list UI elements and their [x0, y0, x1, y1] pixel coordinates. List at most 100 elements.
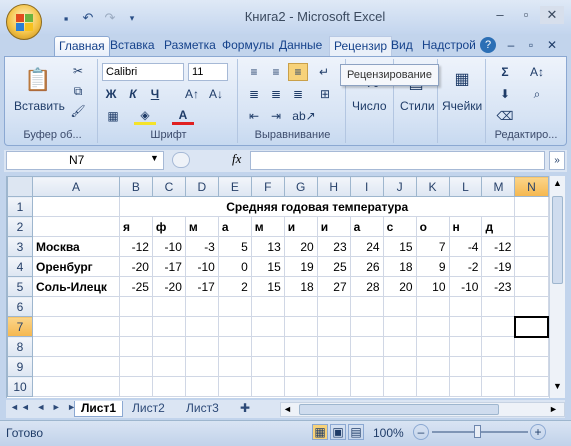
cut-icon[interactable]: ✂: [70, 63, 86, 79]
cell[interactable]: и: [283, 216, 318, 237]
align-left-icon[interactable]: ≣: [244, 85, 264, 103]
cell[interactable]: [514, 276, 549, 297]
italic-button[interactable]: К: [124, 85, 142, 103]
vertical-scroll-thumb[interactable]: [552, 196, 563, 284]
paste-icon[interactable]: 📋: [22, 65, 54, 95]
row-header[interactable]: 4: [7, 256, 33, 277]
cell[interactable]: [250, 316, 285, 337]
align-middle-icon[interactable]: ≡: [266, 63, 286, 81]
cell[interactable]: [151, 296, 186, 317]
cell[interactable]: -10: [448, 276, 483, 297]
borders-icon[interactable]: ▦: [102, 107, 124, 125]
cell[interactable]: н: [448, 216, 483, 237]
cell[interactable]: с: [382, 216, 417, 237]
cell[interactable]: [151, 316, 186, 337]
align-top-icon[interactable]: ≡: [244, 63, 264, 81]
zoom-out-icon[interactable]: –: [413, 424, 429, 440]
ribbon-close-icon[interactable]: ✕: [544, 37, 560, 53]
cell[interactable]: [217, 356, 252, 377]
cell[interactable]: Оренбург: [31, 256, 120, 277]
column-header[interactable]: C: [151, 176, 186, 197]
cell[interactable]: [349, 316, 384, 337]
cell[interactable]: [349, 376, 384, 397]
cell[interactable]: [31, 196, 120, 217]
page-layout-view-icon[interactable]: ▣: [330, 424, 346, 440]
column-header[interactable]: F: [250, 176, 285, 197]
cell[interactable]: [283, 316, 318, 337]
cell[interactable]: [448, 376, 483, 397]
scroll-up-icon[interactable]: ▲: [551, 178, 564, 192]
cell[interactable]: [184, 356, 219, 377]
cell[interactable]: [316, 356, 351, 377]
cell[interactable]: [31, 216, 120, 237]
cell[interactable]: ф: [151, 216, 186, 237]
cell[interactable]: [382, 316, 417, 337]
cell[interactable]: [415, 336, 450, 357]
fill-color-icon[interactable]: ◈: [134, 107, 156, 125]
cell[interactable]: [217, 336, 252, 357]
cell[interactable]: -12: [481, 236, 516, 257]
cell[interactable]: [250, 336, 285, 357]
align-center-icon[interactable]: ≣: [266, 85, 286, 103]
ribbon-restore-icon[interactable]: ▫: [523, 37, 539, 53]
cell[interactable]: 10: [415, 276, 450, 297]
cell[interactable]: [31, 376, 120, 397]
column-header[interactable]: K: [415, 176, 450, 197]
tab-page-layout[interactable]: Разметка: [160, 36, 220, 56]
tab-data[interactable]: Данные: [275, 36, 326, 56]
cell[interactable]: [514, 296, 549, 317]
cell[interactable]: [118, 336, 153, 357]
cell[interactable]: 25: [316, 256, 351, 277]
cell[interactable]: 15: [250, 256, 285, 277]
cell[interactable]: [514, 256, 549, 277]
cell[interactable]: [514, 236, 549, 257]
cell[interactable]: [448, 336, 483, 357]
zoom-in-icon[interactable]: +: [530, 424, 546, 440]
cell[interactable]: [316, 316, 351, 337]
cell[interactable]: [151, 356, 186, 377]
wrap-text-icon[interactable]: ↵: [314, 63, 334, 81]
scroll-down-icon[interactable]: ▼: [551, 381, 564, 395]
cell[interactable]: 23: [316, 236, 351, 257]
cell[interactable]: [415, 356, 450, 377]
cell[interactable]: [481, 296, 516, 317]
cell[interactable]: [118, 316, 153, 337]
maximize-icon[interactable]: ▫: [514, 6, 538, 24]
cell[interactable]: 19: [283, 256, 318, 277]
sheet-title-cell[interactable]: Средняя годовая температура: [118, 196, 516, 217]
tab-formulas[interactable]: Формулы: [218, 36, 278, 56]
orientation-icon[interactable]: ab↗: [292, 107, 316, 125]
customize-qat-icon[interactable]: ▾: [124, 10, 140, 26]
row-header[interactable]: 1: [7, 196, 33, 217]
cell[interactable]: 20: [382, 276, 417, 297]
merge-center-icon[interactable]: ⊞: [314, 85, 336, 103]
cell[interactable]: [250, 356, 285, 377]
cell[interactable]: [415, 376, 450, 397]
cell[interactable]: [316, 336, 351, 357]
cell[interactable]: [151, 376, 186, 397]
cell[interactable]: 18: [283, 276, 318, 297]
cell[interactable]: [31, 296, 120, 317]
bold-button[interactable]: Ж: [102, 85, 120, 103]
scroll-right-icon[interactable]: ►: [549, 404, 561, 414]
ribbon-minimize-icon[interactable]: –: [503, 37, 519, 53]
cell[interactable]: [250, 296, 285, 317]
cell[interactable]: 27: [316, 276, 351, 297]
clear-icon[interactable]: ⌫: [494, 107, 516, 125]
name-box[interactable]: N7: [6, 151, 164, 170]
help-icon[interactable]: ?: [480, 37, 496, 53]
insert-function-icon[interactable]: fx: [232, 151, 241, 167]
cell[interactable]: 9: [415, 256, 450, 277]
worksheet-table[interactable]: ABCDEFGHIJKLMN 1 Средняя годовая температ…: [7, 176, 549, 397]
formula-cancel-icon[interactable]: [172, 152, 190, 168]
row-header[interactable]: 8: [7, 336, 33, 357]
cell[interactable]: 2: [217, 276, 252, 297]
close-icon[interactable]: ✕: [540, 6, 564, 24]
cell[interactable]: [217, 316, 252, 337]
cell[interactable]: 24: [349, 236, 384, 257]
find-select-icon[interactable]: ⌕: [524, 85, 550, 103]
cell[interactable]: 26: [349, 256, 384, 277]
font-size-select[interactable]: 11: [188, 63, 228, 81]
cell[interactable]: [31, 356, 120, 377]
sort-filter-icon[interactable]: A↕: [524, 63, 550, 81]
